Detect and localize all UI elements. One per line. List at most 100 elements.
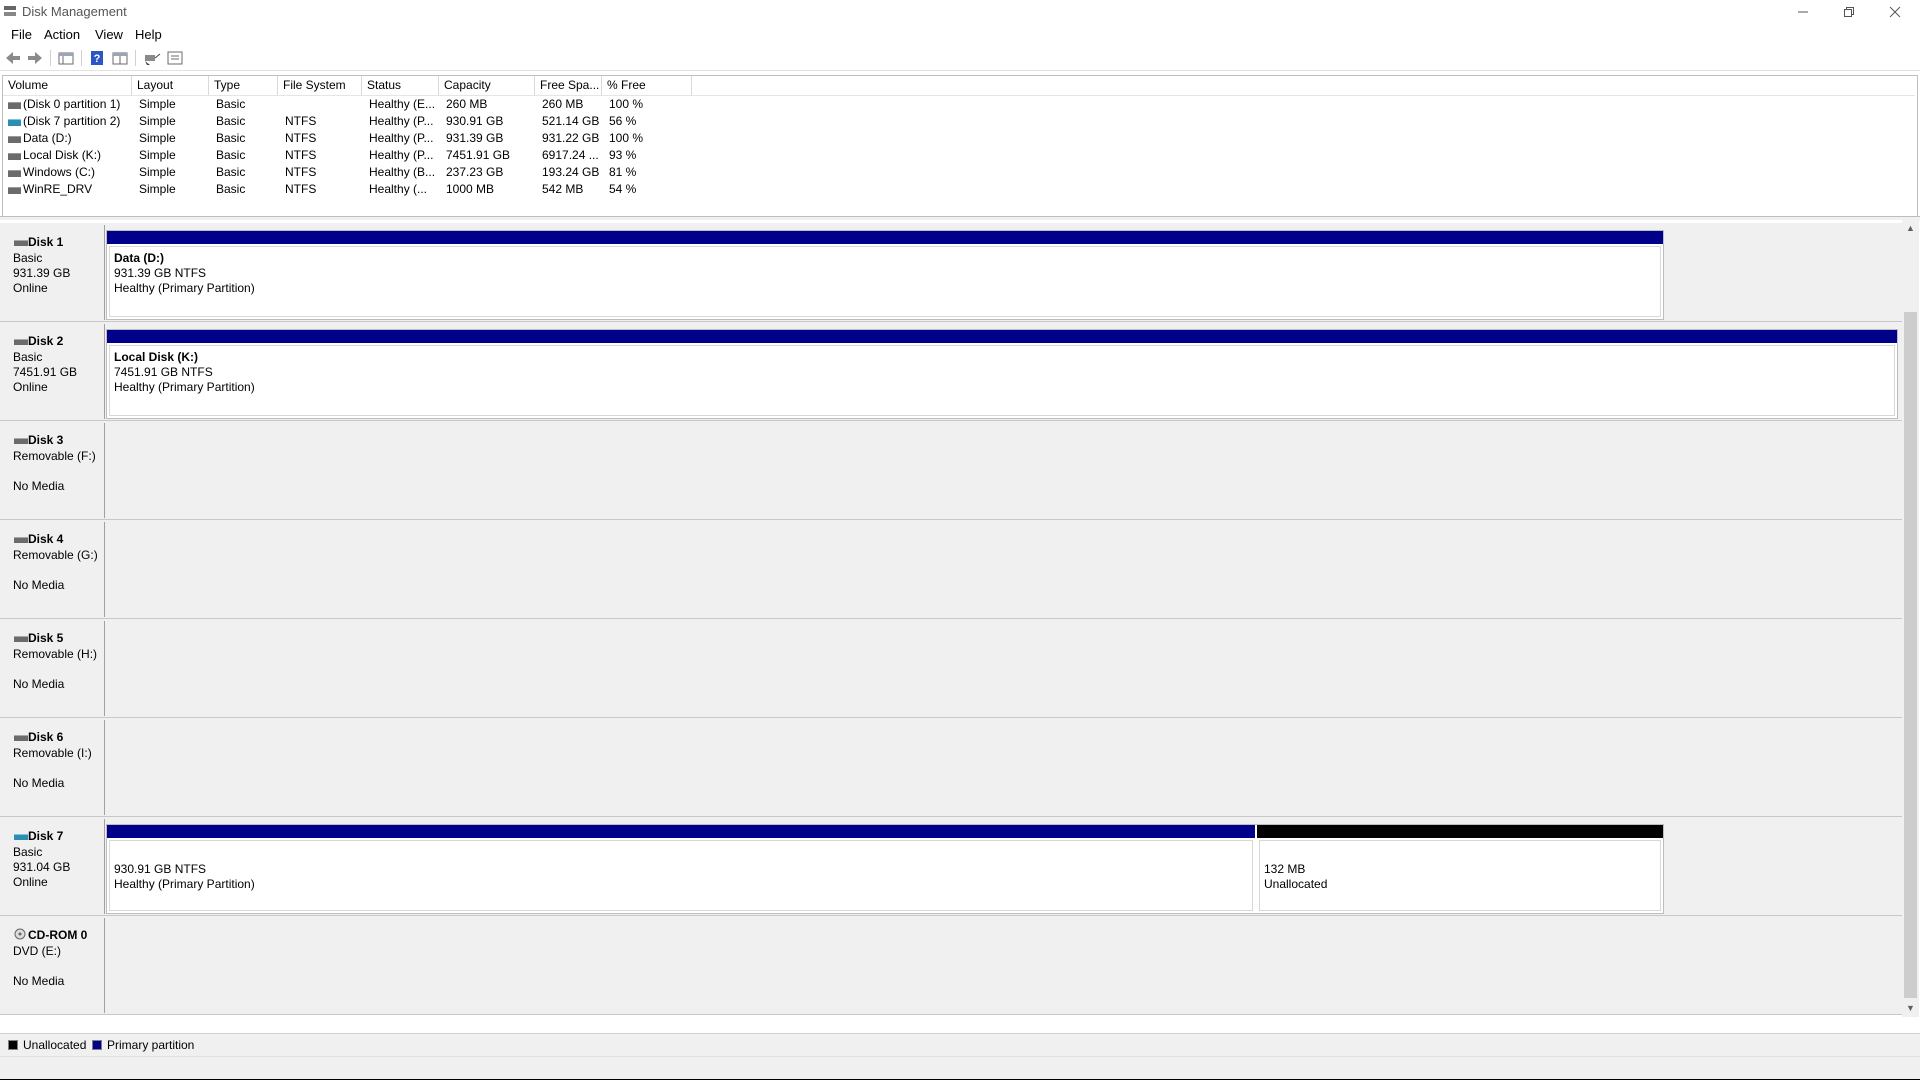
disk-row: Disk 4 Removable (G:) No Media bbox=[0, 520, 1902, 619]
refresh-button[interactable] bbox=[143, 49, 161, 67]
view-icon bbox=[167, 51, 183, 65]
view-button[interactable] bbox=[166, 49, 184, 67]
volume-cell-volume: (Disk 7 partition 2) bbox=[23, 114, 121, 128]
partition-block[interactable]: Data (D:) 931.39 GB NTFS Healthy (Primary … bbox=[107, 231, 1663, 319]
disk-status: Online bbox=[13, 380, 48, 394]
partition-block[interactable]: Local Disk (K:) 7451.91 GB NTFS Healthy (P… bbox=[107, 330, 1897, 418]
volume-cell-status: Healthy (P... bbox=[369, 114, 434, 128]
column-header-free-space[interactable]: Free Spa... bbox=[535, 76, 602, 95]
partition-status: Healthy (Primary Partition) bbox=[114, 380, 255, 394]
disk-name: Disk 6 bbox=[28, 730, 64, 744]
back-button[interactable] bbox=[4, 49, 22, 67]
volume-cell-free: 931.22 GB bbox=[542, 131, 600, 145]
disk-type: Removable (I:) bbox=[13, 746, 92, 760]
unallocated-space[interactable]: 132 MB Unallocated bbox=[1257, 825, 1663, 913]
volume-row[interactable]: Data (D:) Simple Basic NTFS Healthy (P... 931… bbox=[3, 130, 703, 147]
console-tree-icon bbox=[58, 52, 74, 65]
disk-label[interactable]: Disk 1 Basic 931.39 GB Online bbox=[2, 225, 105, 320]
disk-name: CD-ROM 0 bbox=[28, 928, 88, 942]
disk-label[interactable]: CD-ROM 0 DVD (E:) No Media bbox=[2, 918, 105, 1013]
volume-cell-free: 521.14 GB bbox=[542, 114, 600, 128]
minimize-button[interactable] bbox=[1780, 0, 1826, 24]
menu-help[interactable]: Help bbox=[133, 26, 164, 43]
volume-cell-pct: 56 % bbox=[609, 114, 637, 128]
back-icon bbox=[6, 52, 20, 64]
disk-row: Disk 1 Basic 931.39 GB Online Data (D:) 931.3… bbox=[0, 223, 1902, 322]
unallocated-partition-bar bbox=[1257, 825, 1663, 838]
volume-cell-pct: 100 % bbox=[609, 97, 644, 111]
menu-view[interactable]: View bbox=[93, 26, 125, 43]
disk-row: Disk 5 Removable (H:) No Media bbox=[0, 619, 1902, 718]
scroll-down-icon[interactable]: ▼ bbox=[1906, 1003, 1915, 1013]
scroll-up-icon[interactable]: ▲ bbox=[1906, 223, 1915, 233]
disk-type: Basic bbox=[13, 845, 43, 859]
volume-row[interactable]: WinRE_DRV Simple Basic NTFS Healthy (... 1000… bbox=[3, 181, 703, 198]
disk-label[interactable]: Disk 3 Removable (F:) No Media bbox=[2, 423, 105, 518]
volume-row[interactable]: Windows (C:) Simple Basic NTFS Healthy (B...… bbox=[3, 164, 703, 181]
disk-status: No Media bbox=[13, 677, 65, 691]
volume-cell-status: Healthy (B... bbox=[369, 165, 436, 179]
column-header-layout[interactable]: Layout bbox=[132, 76, 209, 95]
primary-partition-bar bbox=[107, 330, 1897, 343]
volume-cell-type: Basic bbox=[216, 114, 246, 128]
forward-button[interactable] bbox=[26, 49, 44, 67]
partition-body: Local Disk (K:) 7451.91 GB NTFS Healthy (P… bbox=[109, 345, 1895, 416]
console-tree-button[interactable] bbox=[57, 49, 75, 67]
menu-bar: File Action View Help bbox=[0, 24, 1920, 45]
partition-size: 930.91 GB NTFS bbox=[114, 862, 207, 876]
volume-cell-fs: NTFS bbox=[285, 131, 317, 145]
volume-cell-layout: Simple bbox=[139, 165, 176, 179]
menu-file[interactable]: File bbox=[9, 26, 34, 43]
title-bar: Disk Management bbox=[0, 0, 1920, 24]
disk-label[interactable]: Disk 4 Removable (G:) No Media bbox=[2, 522, 105, 617]
help-button[interactable]: ? bbox=[88, 49, 106, 67]
close-button[interactable] bbox=[1872, 0, 1918, 24]
volume-cell-layout: Simple bbox=[139, 114, 176, 128]
disk-label[interactable]: Disk 6 Removable (I:) No Media bbox=[2, 720, 105, 815]
volume-row[interactable]: Local Disk (K:) Simple Basic NTFS Healthy (P… bbox=[3, 147, 703, 164]
column-header-percent-free[interactable]: % Free bbox=[602, 76, 692, 95]
toolbar: ? bbox=[0, 46, 1920, 71]
partition-body: 930.91 GB NTFS Healthy (Primary Partition… bbox=[109, 840, 1253, 911]
partition-container: 930.91 GB NTFS Healthy (Primary Partition… bbox=[106, 824, 1664, 914]
column-header-file-system[interactable]: File System bbox=[278, 76, 362, 95]
volume-cell-pct: 93 % bbox=[609, 148, 637, 162]
disk-label[interactable]: Disk 7 Basic 931.04 GB Online bbox=[2, 819, 105, 914]
disk-capacity: 7451.91 GB bbox=[13, 365, 78, 379]
disk-view-scrollbar[interactable]: ▲ ▼ bbox=[1902, 220, 1919, 1017]
disk-label[interactable]: Disk 5 Removable (H:) No Media bbox=[2, 621, 105, 716]
disk-icon bbox=[8, 102, 21, 109]
volume-row[interactable]: (Disk 0 partition 1) Simple Basic Healthy (… bbox=[3, 96, 703, 113]
volume-cell-layout: Simple bbox=[139, 182, 176, 196]
disk-status: No Media bbox=[13, 974, 65, 988]
disk-capacity: 931.04 GB bbox=[13, 860, 71, 874]
partition-body: 132 MB Unallocated bbox=[1259, 840, 1661, 911]
scrollbar-thumb[interactable] bbox=[1904, 312, 1917, 998]
column-header-volume[interactable]: Volume bbox=[3, 76, 132, 95]
partition-title: Data (D:) bbox=[114, 251, 164, 265]
partition-block[interactable]: 930.91 GB NTFS Healthy (Primary Partition… bbox=[107, 825, 1255, 913]
volume-cell-fs: NTFS bbox=[285, 165, 317, 179]
column-header-status[interactable]: Status bbox=[362, 76, 439, 95]
column-header-type[interactable]: Type bbox=[209, 76, 278, 95]
svg-text:?: ? bbox=[94, 53, 101, 65]
partition-status: Unallocated bbox=[1264, 877, 1328, 891]
disk-label[interactable]: Disk 2 Basic 7451.91 GB Online bbox=[2, 324, 105, 419]
disk-icon bbox=[8, 136, 21, 143]
partition-status: Healthy (Primary Partition) bbox=[114, 281, 255, 295]
legend-label-unallocated: Unallocated bbox=[23, 1038, 87, 1052]
column-header-capacity[interactable]: Capacity bbox=[439, 76, 535, 95]
status-bar bbox=[0, 1056, 1920, 1079]
restore-button[interactable] bbox=[1826, 0, 1872, 24]
disk-name: Disk 3 bbox=[28, 433, 64, 447]
volume-cell-pct: 100 % bbox=[609, 131, 644, 145]
properties-button[interactable] bbox=[111, 49, 129, 67]
disk-type: Basic bbox=[13, 251, 43, 265]
volume-list-header: Volume Layout Type File System Status Ca… bbox=[3, 76, 1915, 96]
legend-bar: Unallocated Primary partition bbox=[0, 1033, 1920, 1056]
volume-cell-volume: WinRE_DRV bbox=[23, 182, 93, 196]
volume-row[interactable]: (Disk 7 partition 2) Simple Basic NTFS Healt… bbox=[3, 113, 703, 130]
menu-action[interactable]: Action bbox=[42, 26, 82, 43]
close-icon bbox=[1889, 6, 1901, 18]
volume-cell-layout: Simple bbox=[139, 148, 176, 162]
